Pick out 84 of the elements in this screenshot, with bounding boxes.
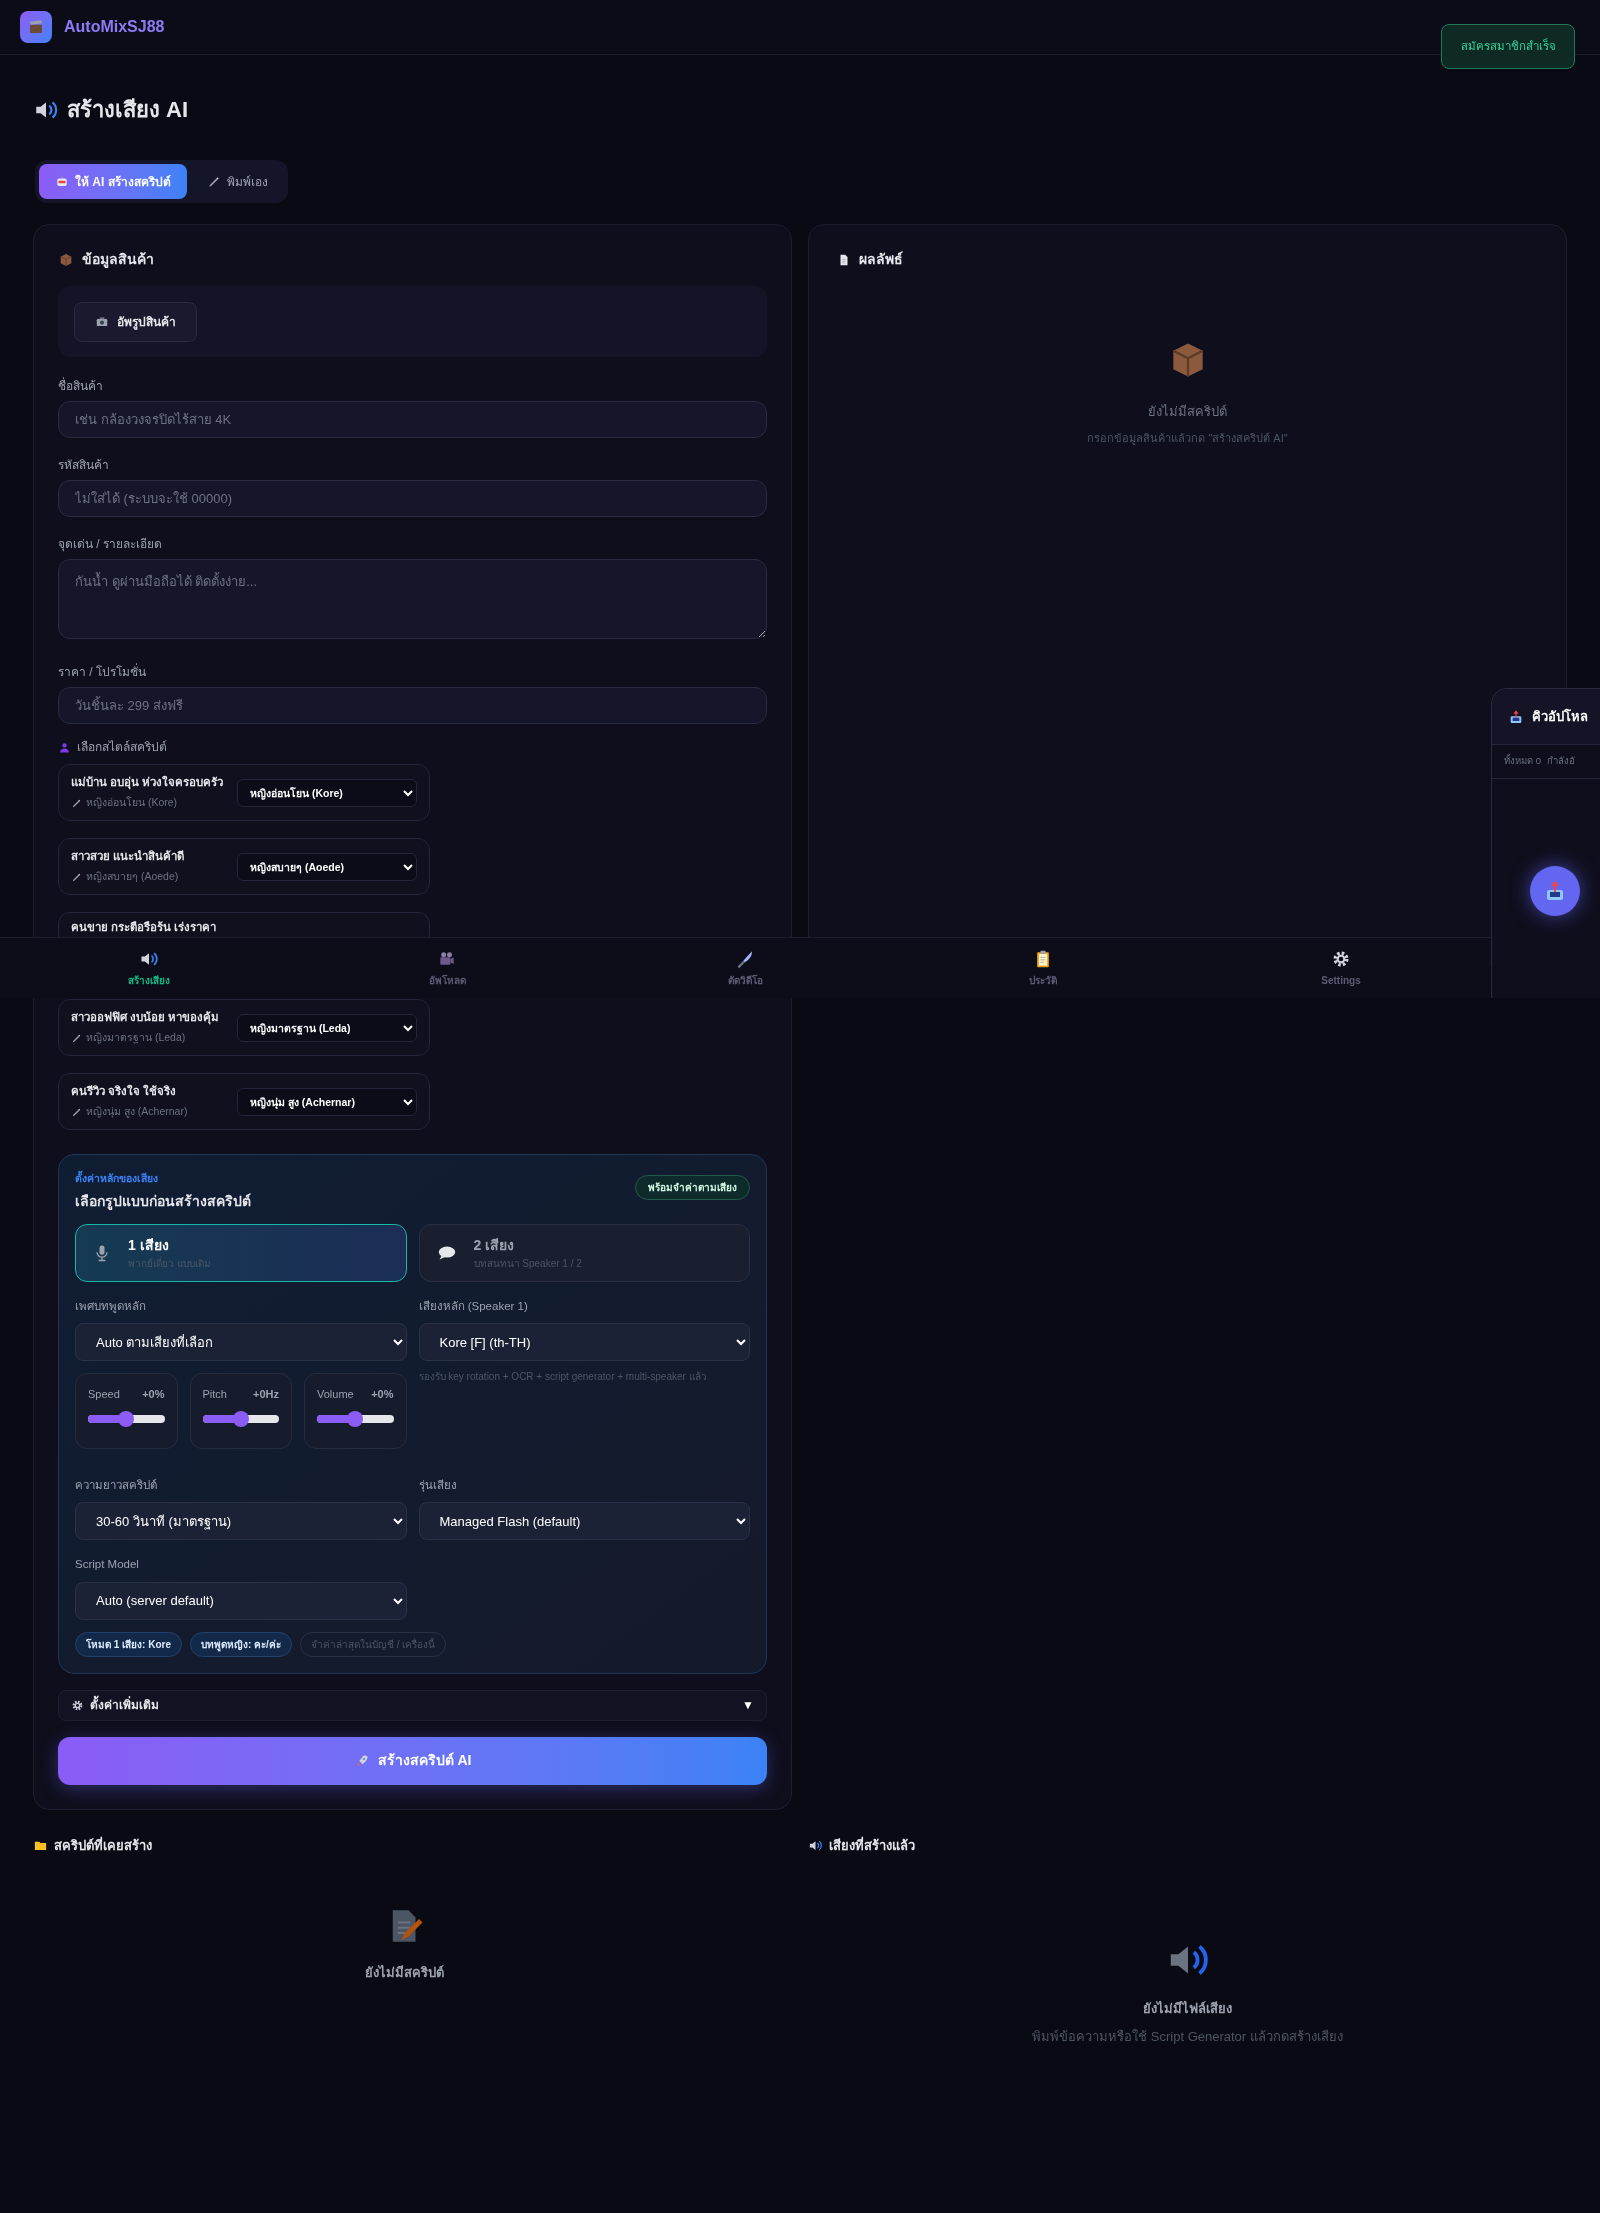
input-field[interactable]: เช่น กล้องวงจรปิดไร้สาย 4K [58, 401, 767, 438]
queue-stat: ทั้งหมด 0 [1504, 754, 1541, 769]
voice-name: หญิงมาตรฐาน (Leda) [86, 1030, 186, 1046]
card-title: ข้อมูลสินค้า [82, 250, 154, 270]
style-name: คนรีวิว จริงใจ ใช้จริง [71, 1083, 178, 1099]
queue-stat: กำลังอั [1546, 754, 1575, 769]
settings-icon [71, 1698, 84, 1712]
input-field[interactable]: วันชิ้นละ 299 ส่งฟรี [58, 687, 767, 724]
style-option[interactable]: คนรีวิว จริงใจ ใช้จริง หญิงนุ่ม สูง (Achernar) หญิงนุ่ม สูง (Achernar) [58, 1073, 430, 1130]
slider-label: Pitch [202, 1387, 227, 1402]
section-title: สคริปต์ที่เคยสร้าง [54, 1835, 152, 1855]
upload-image-button[interactable]: อัพรูปสินค้า [74, 301, 197, 342]
camera-icon [95, 314, 109, 329]
voice-name: หญิงนุ่ม สูง (Achernar) [86, 1104, 188, 1120]
field-label: Script Model [75, 1557, 140, 1573]
style-name: สาวสวย แนะนำสินค้าดี [71, 849, 186, 864]
robot-icon [55, 174, 69, 189]
slider-thumb[interactable] [347, 1410, 364, 1427]
select-field[interactable]: Auto ตามเสียงที่เลือก [75, 1323, 407, 1361]
style-name: แม่บ้าน อบอุ่น ห่วงใจครอบครัว [71, 774, 225, 792]
page-title: สร้างเสียง AI [67, 96, 189, 124]
style-option[interactable]: แม่บ้าน อบอุ่น ห่วงใจครอบครัว หญิงอ่อนโยน (Kore) หญิงอ่อนโยน (Kore) [58, 764, 430, 821]
empty-hint: กรอกข้อมูลสินค้าแล้วกด "สร้างสคริปต์ AI" [1087, 430, 1288, 446]
field-label: เสียงหลัก (Speaker 1) [418, 1298, 529, 1314]
style-option[interactable]: สาวสวย แนะนำสินค้าดี หญิงสบายๆ (Aoede) หญิงสบายๆ (Aoede) [58, 838, 430, 895]
box-icon [58, 251, 74, 268]
field-label: รหัสสินค้า [58, 457, 110, 474]
empty-hint: พิมพ์ข้อความหรือใช้ Script Generator แล้วกดสร้างเสียง [1032, 2027, 1343, 2046]
field-label: ความยาวสคริปต์ [75, 1478, 158, 1493]
voice-select[interactable]: หญิงมาตรฐาน (Leda) [237, 1013, 417, 1042]
upload-tray-icon [1508, 708, 1524, 725]
section-label: เลือกสไตล์สคริปต์ [77, 739, 167, 756]
nav-tab[interactable]: สร้างเสียง [0, 938, 298, 998]
info-tag: บทพูดหญิง: คะ/ค่ะ [190, 1631, 292, 1657]
mode-tab[interactable]: ให้ AI สร้างสคริปต์ [39, 164, 187, 199]
generate-script-button[interactable]: สร้างสคริปต์ AI [58, 1736, 767, 1785]
field-label: รุ่นเสียง [418, 1478, 458, 1494]
app-name: AutoMixSJ88 [64, 17, 165, 37]
voice-select[interactable]: หญิงอ่อนโยน (Kore) [237, 778, 417, 807]
clapperboard-icon [27, 18, 45, 36]
empty-title: ยังไม่มีสคริปต์ [365, 1964, 444, 1982]
style-option[interactable]: คนขาย กระตือรือร้น เร่งราคา [58, 912, 430, 938]
voice-name: หญิงอ่อนโยน (Kore) [86, 795, 178, 811]
info-tag: โหมด 1 เสียง: Kore [75, 1631, 182, 1657]
slider-thumb[interactable] [232, 1410, 249, 1427]
textarea-field[interactable]: กันน้ำ ดูผ่านมือถือได้ ติดตั้งง่าย... [58, 559, 767, 639]
style-name: สาวออฟฟิศ งบน้อย หาของคุ้ม [71, 1010, 221, 1027]
field-label: ราคา / โปรโมชั่น [58, 663, 147, 681]
input-field[interactable]: ไม่ใส่ได้ (ระบบจะใช้ 00000) [58, 480, 767, 517]
mode-tab[interactable]: พิมพ์เอง [190, 164, 284, 199]
select-field[interactable]: Kore [F] (th-TH) [418, 1323, 750, 1361]
empty-title: ยังไม่มีไฟล์เสียง [1143, 2000, 1232, 2018]
field-label: เพศบทพูดหลัก [75, 1298, 147, 1315]
panel-title: คิวอัปโหล [1532, 707, 1588, 726]
card-title: ผลลัพธ์ [859, 250, 903, 269]
slider-label: Volume [317, 1387, 354, 1402]
advanced-settings-toggle[interactable]: ตั้งค่าเพิ่มเติม ▼ [58, 1689, 767, 1721]
person-icon [58, 740, 71, 754]
field-label: จุดเด่น / รายละเอียด [58, 536, 163, 553]
select-field[interactable]: Auto (server default) [75, 1581, 407, 1620]
empty-title: ยังไม่มีสคริปต์ [1148, 403, 1227, 421]
panel-title: เลือกรูปแบบก่อนสร้างสคริปต์ [75, 1191, 251, 1212]
panel-eyebrow: ตั้งค่าหลักของเสียง [75, 1171, 159, 1186]
slider-value: +0Hz [253, 1387, 279, 1402]
toast-notification: สมัครสมาชิกสำเร็จ [1441, 24, 1575, 69]
voice-name: หญิงสบายๆ (Aoede) [86, 869, 179, 885]
pen-icon [71, 1032, 82, 1044]
field-label: ชื่อสินค้า [58, 377, 104, 395]
select-field[interactable]: 30-60 วินาที (มาตรฐาน) [75, 1502, 407, 1541]
pen-icon [71, 1106, 82, 1118]
slider-thumb[interactable] [118, 1410, 135, 1427]
style-option[interactable]: สาวออฟฟิศ งบน้อย หาของคุ้ม หญิงมาตรฐาน (Leda) หญิงมาตรฐาน (Leda) [58, 999, 430, 1056]
pen-icon [71, 871, 82, 883]
status-badge: พร้อมจำค่าตามเสียง [635, 1175, 750, 1200]
voice-select[interactable]: หญิงสบายๆ (Aoede) [237, 852, 417, 881]
style-name: คนขาย กระตือรือร้น เร่งราคา [71, 920, 218, 935]
voice-select[interactable]: หญิงนุ่ม สูง (Achernar) [237, 1087, 417, 1116]
slider-value: +0% [371, 1387, 394, 1402]
pen-icon [206, 174, 221, 189]
section-title: เสียงที่สร้างแล้ว [829, 1835, 915, 1855]
slider-label: Speed [88, 1387, 120, 1402]
select-field[interactable]: Managed Flash (default) [418, 1502, 750, 1541]
slider-value: +0% [142, 1387, 165, 1402]
pen-icon [71, 797, 82, 809]
